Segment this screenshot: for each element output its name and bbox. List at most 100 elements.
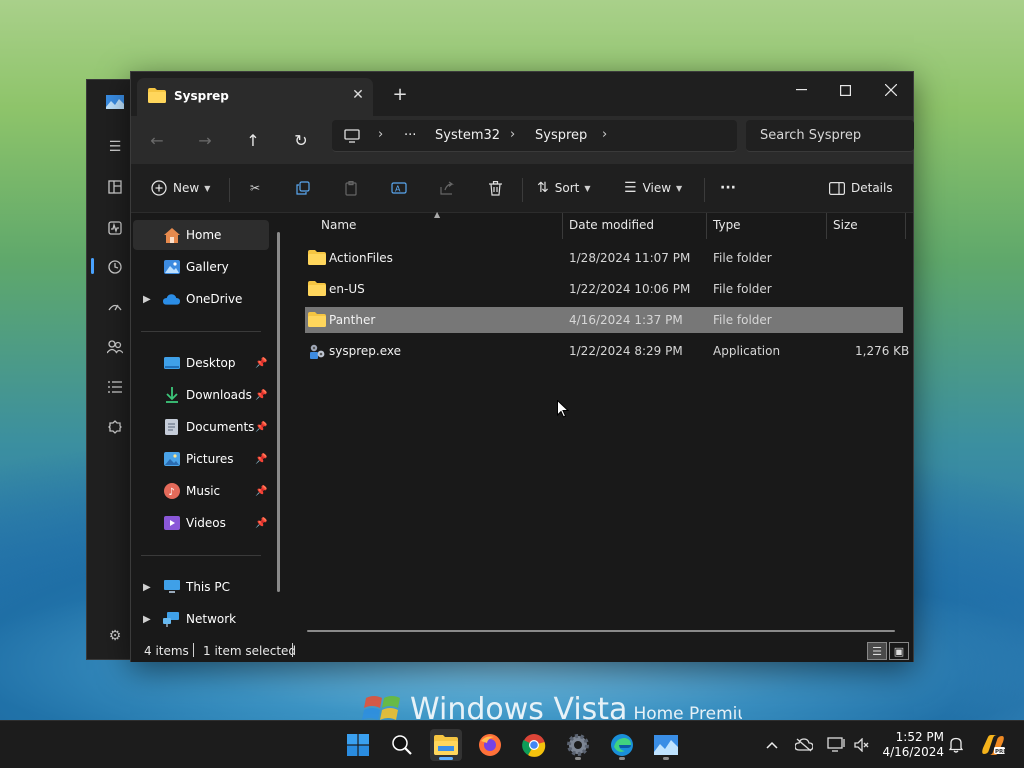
column-header-date[interactable]: Date modified <box>569 218 654 240</box>
start-button[interactable] <box>342 729 374 761</box>
monitor-icon[interactable] <box>344 129 360 143</box>
expand-chevron-icon[interactable]: ▶ <box>143 582 151 593</box>
services-icon[interactable] <box>105 417 125 437</box>
breadcrumb-overflow[interactable]: ··· <box>404 128 416 143</box>
divider <box>704 178 705 202</box>
tiles-view-button[interactable]: ▣ <box>889 642 909 660</box>
close-tab-icon[interactable]: ✕ <box>349 86 367 104</box>
close-window-button[interactable] <box>869 76 913 104</box>
network-status-icon[interactable] <box>826 735 846 755</box>
nav-item-this-pc[interactable]: ▶ This PC <box>133 572 269 602</box>
users-icon[interactable] <box>105 337 125 357</box>
pin-icon[interactable]: 📌 <box>255 358 267 369</box>
nav-item-documents[interactable]: Documents 📌 <box>133 412 269 442</box>
delete-icon[interactable] <box>484 177 506 199</box>
minimize-button[interactable] <box>779 76 823 104</box>
nav-label-downloads: Downloads <box>186 388 252 402</box>
nav-item-home[interactable]: Home <box>133 220 269 250</box>
new-button[interactable]: New ▼ <box>151 175 210 201</box>
taskbar-task-manager[interactable] <box>650 729 682 761</box>
sort-button[interactable]: ⇅ Sort ▼ <box>537 175 591 201</box>
breadcrumb-sysprep[interactable]: Sysprep <box>535 128 587 143</box>
rename-icon[interactable]: A <box>388 177 410 199</box>
new-tab-button[interactable]: + <box>389 84 411 106</box>
nav-item-gallery[interactable]: Gallery <box>133 252 269 282</box>
refresh-icon[interactable]: ↻ <box>289 128 313 152</box>
details-view-button[interactable]: ☰ <box>867 642 887 660</box>
paste-icon[interactable] <box>340 177 362 199</box>
taskbar-firefox[interactable] <box>474 729 506 761</box>
maximize-button[interactable] <box>823 76 867 104</box>
up-arrow-icon[interactable]: ↑ <box>241 128 265 152</box>
pin-icon[interactable]: 📌 <box>255 454 267 465</box>
show-hidden-icons-chevron-icon[interactable] <box>762 735 782 755</box>
cut-icon[interactable]: ✂ <box>244 177 266 199</box>
column-header-size[interactable]: Size <box>833 218 858 240</box>
share-icon[interactable] <box>436 177 458 199</box>
nav-item-music[interactable]: ♪ Music 📌 <box>133 476 269 506</box>
pin-icon[interactable]: 📌 <box>255 518 267 529</box>
horizontal-scrollbar[interactable] <box>307 630 895 632</box>
view-button[interactable]: ☰ View ▼ <box>624 175 682 201</box>
column-divider[interactable] <box>706 213 707 239</box>
nav-item-network[interactable]: ▶ Network <box>133 604 269 634</box>
startup-apps-icon[interactable] <box>105 297 125 317</box>
file-row[interactable]: sysprep.exe 1/22/2024 8:29 PM Applicatio… <box>305 338 909 364</box>
nav-label-gallery: Gallery <box>186 260 229 274</box>
file-row-selected[interactable]: Panther 4/16/2024 1:37 PM File folder <box>305 307 903 333</box>
app-history-icon[interactable] <box>105 257 125 277</box>
nav-item-videos[interactable]: Videos 📌 <box>133 508 269 538</box>
column-header-name[interactable]: Name <box>321 218 356 240</box>
tab-sysprep[interactable]: Sysprep ✕ <box>137 78 373 116</box>
file-name: ActionFiles <box>329 251 393 265</box>
column-divider[interactable] <box>826 213 827 239</box>
search-button[interactable] <box>386 729 418 761</box>
nav-item-onedrive[interactable]: ▶ OneDrive <box>133 284 269 314</box>
system-clock[interactable]: 1:52 PM 4/16/2024 <box>878 730 944 760</box>
notification-bell-icon[interactable] <box>946 735 966 755</box>
performance-icon[interactable] <box>105 218 125 238</box>
column-divider[interactable] <box>562 213 563 239</box>
chevron-right-icon[interactable]: › <box>510 127 515 142</box>
breadcrumb-system32[interactable]: System32 <box>435 128 500 143</box>
expand-chevron-icon[interactable]: ▶ <box>143 614 151 625</box>
more-options-button[interactable]: ··· <box>720 175 736 201</box>
taskbar-file-explorer[interactable] <box>430 729 462 761</box>
copilot-icon[interactable]: PRE <box>980 735 1006 755</box>
title-bar[interactable]: Sysprep ✕ + <box>131 72 913 116</box>
taskbar-edge[interactable] <box>606 729 638 761</box>
pin-icon[interactable]: 📌 <box>255 422 267 433</box>
pin-icon[interactable]: 📌 <box>255 486 267 497</box>
forward-arrow-icon[interactable]: → <box>193 128 217 152</box>
gallery-icon <box>163 259 180 276</box>
search-input[interactable]: Search Sysprep <box>746 120 914 152</box>
copy-icon[interactable] <box>292 177 314 199</box>
nav-item-downloads[interactable]: Downloads 📌 <box>133 380 269 410</box>
column-header-type[interactable]: Type <box>713 218 741 240</box>
back-arrow-icon[interactable]: ← <box>145 128 169 152</box>
processes-icon[interactable] <box>105 177 125 197</box>
chevron-right-icon[interactable]: › <box>378 127 383 142</box>
onedrive-offline-icon[interactable] <box>794 735 814 755</box>
taskbar-chrome[interactable] <box>518 729 550 761</box>
file-row[interactable]: ActionFiles 1/28/2024 11:07 PM File fold… <box>305 245 903 271</box>
nav-item-pictures[interactable]: Pictures 📌 <box>133 444 269 474</box>
expand-chevron-icon[interactable]: ▶ <box>143 294 151 305</box>
active-indicator <box>439 757 453 760</box>
hamburger-menu-icon[interactable]: ☰ <box>105 137 125 157</box>
settings-gear-icon[interactable]: ⚙ <box>105 626 125 646</box>
chevron-right-icon[interactable]: › <box>602 127 607 142</box>
nav-scrollbar[interactable] <box>277 232 280 592</box>
file-row[interactable]: en-US 1/22/2024 10:06 PM File folder <box>305 276 903 302</box>
taskbar-settings[interactable] <box>562 729 594 761</box>
volume-muted-icon[interactable] <box>852 735 872 755</box>
folder-icon <box>308 250 326 265</box>
column-divider[interactable] <box>905 213 906 239</box>
task-manager-icon <box>654 735 678 755</box>
breadcrumb[interactable]: › ··· System32 › Sysprep › <box>332 120 737 152</box>
address-bar-row: ← → ↑ ↻ › ··· System32 › Sysprep › Searc… <box>131 116 914 164</box>
details-pane-button[interactable]: Details <box>829 175 893 201</box>
pin-icon[interactable]: 📌 <box>255 390 267 401</box>
nav-item-desktop[interactable]: Desktop 📌 <box>133 348 269 378</box>
details-list-icon[interactable] <box>105 377 125 397</box>
